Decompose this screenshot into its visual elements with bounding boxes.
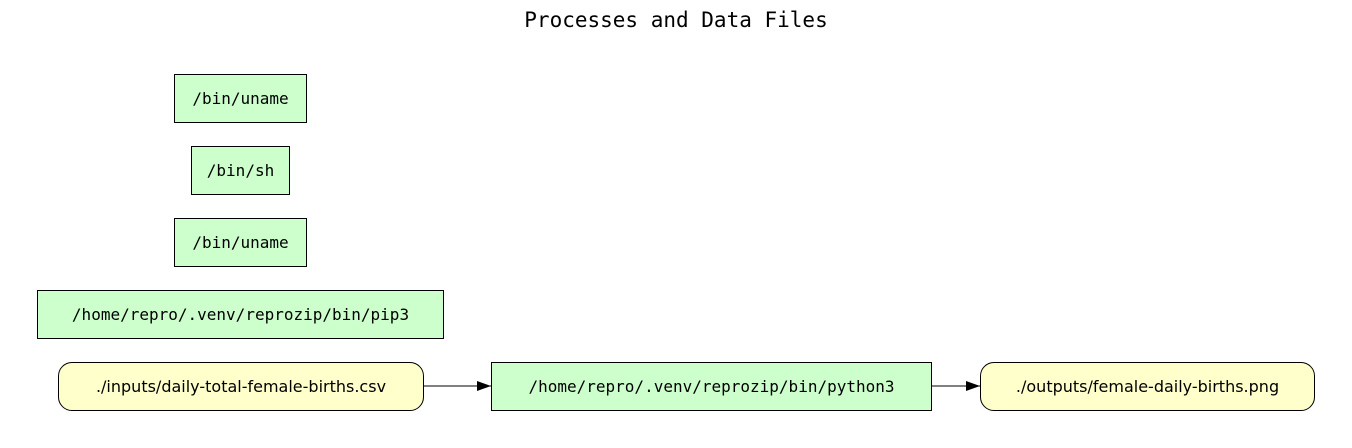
edges-layer <box>424 381 980 391</box>
